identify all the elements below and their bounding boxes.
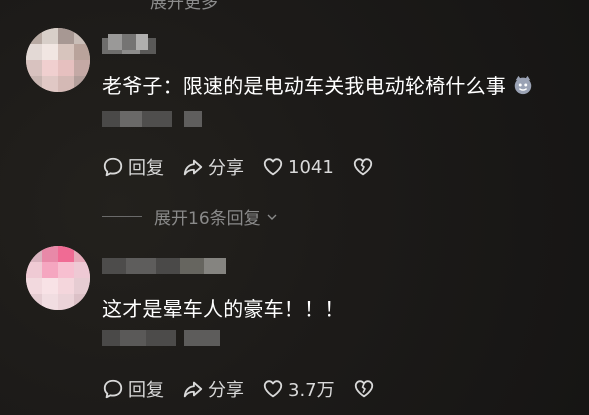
reply-icon xyxy=(103,379,123,399)
share-icon xyxy=(183,381,203,398)
comment-text: 这才是晕车人的豪车！！！ xyxy=(102,297,345,321)
broken-heart-icon xyxy=(354,380,373,398)
avatar[interactable] xyxy=(26,246,90,310)
username[interactable] xyxy=(102,258,242,274)
like-count: 3.7万 xyxy=(288,380,335,401)
action-bar: 回复 分享 3.7万 xyxy=(102,376,397,402)
dislike-button[interactable] xyxy=(353,378,379,400)
reply-button[interactable]: 回复 xyxy=(102,376,164,402)
like-button[interactable]: 3.7万 xyxy=(262,376,335,402)
comment-item: 这才是晕车人的豪车！！！ 回复 分享 3.7万 xyxy=(0,0,589,415)
share-button[interactable]: 分享 xyxy=(182,376,244,402)
heart-icon xyxy=(263,380,283,398)
